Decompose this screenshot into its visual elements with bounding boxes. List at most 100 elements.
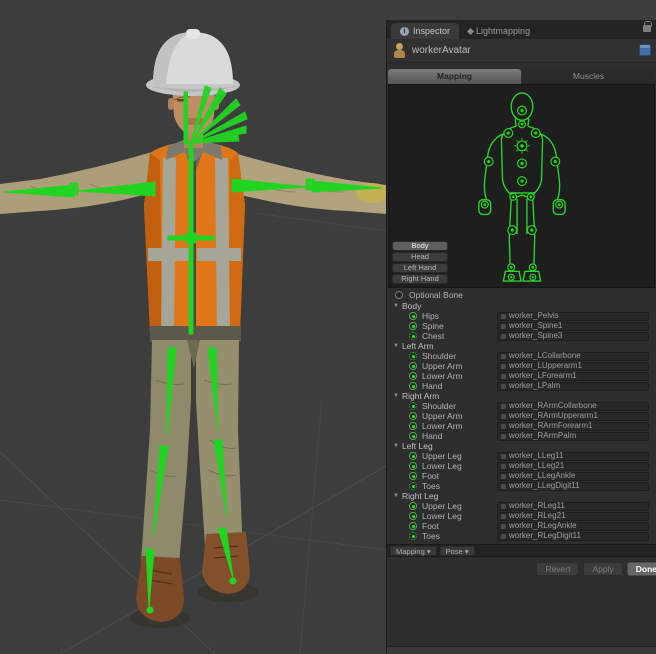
bone-row: Toes worker_RLegDigit11 [387,531,656,541]
object-icon [501,433,506,439]
bone-object-field[interactable]: worker_RLeg11 [497,501,649,511]
section-header-left-leg[interactable]: ▼ Left Leg [387,441,656,451]
bone-row: Shoulder worker_RArmCollarbone [387,401,656,411]
mapping-menu-button[interactable]: Mapping ▾ [390,545,437,556]
bone-object-field[interactable]: worker_RArmCollarbone [497,401,649,411]
bone-status-icon [409,472,417,480]
object-icon [501,403,506,409]
bone-object-field[interactable]: worker_LUpperarm1 [497,361,649,371]
bone-row: Upper Leg worker_LLeg11 [387,451,656,461]
bone-object-field[interactable]: worker_LCollarbone [497,351,649,361]
object-icon [501,483,506,489]
bone-status-icon [409,432,417,440]
bone-object-field[interactable]: worker_LLeg11 [497,451,649,461]
object-icon [501,413,506,419]
bone-object-field[interactable]: worker_RLeg21 [497,511,649,521]
bone-object-field[interactable]: worker_Spine3 [497,331,649,341]
apply-button[interactable]: Apply [583,562,623,576]
pose-menu-button[interactable]: Pose ▾ [439,545,475,556]
section-header-body[interactable]: ▼ Body [387,301,656,311]
action-buttons: Revert Apply Done [387,562,656,576]
bone-status-icon [409,382,417,390]
inspector-header: workerAvatar [387,39,656,63]
bone-status-icon [409,502,417,510]
bone-status-icon [409,362,417,370]
object-icon [501,363,506,369]
part-button-left-hand[interactable]: Left Hand [392,263,448,273]
object-icon [501,383,506,389]
lightmapping-icon [466,27,475,35]
footer-menu-bar: Mapping ▾ Pose ▾ [387,544,656,557]
part-button-body[interactable]: Body [392,241,448,251]
bone-object-field[interactable]: worker_RArmForearm1 [497,421,649,431]
bone-row: Hand worker_LPalm [387,381,656,391]
bone-object-field[interactable]: worker_LLeg21 [497,461,649,471]
bone-row: Toes worker_LLegDigit11 [387,481,656,491]
bone-object-field[interactable]: worker_RArmPalm [497,431,649,441]
revert-button[interactable]: Revert [536,562,580,576]
bone-status-icon [409,312,417,320]
bone-row: Hand worker_RArmPalm [387,431,656,441]
section-header-right-arm[interactable]: ▼ Right Arm [387,391,656,401]
bone-row: Shoulder worker_LCollarbone [387,351,656,361]
object-icon [501,323,506,329]
inspector-panel: i Inspector Lightmapping workerAvatar Ma… [386,20,656,654]
bone-object-field[interactable]: worker_LLegAnkle [497,471,649,481]
bone-object-field[interactable]: worker_Pelvis [497,311,649,321]
scene-view[interactable] [0,0,386,654]
object-icon [501,373,506,379]
body-part-buttons: Body Head Left Hand Right Hand [392,241,448,284]
bone-status-icon [409,352,417,360]
bone-row: Hips worker_Pelvis [387,311,656,321]
foldout-triangle-icon: ▼ [393,493,399,499]
object-icon [501,313,506,319]
window-bottom-strip [387,646,656,654]
avatar-mode-tabs: Mapping Muscles [388,69,655,84]
bone-sections: ▼ Body Hips worker_Pelvis Spine worker_Spine1… [387,301,656,541]
tab-mapping[interactable]: Mapping [388,69,521,84]
bone-row: Foot worker_LLegAnkle [387,471,656,481]
object-icon [501,513,506,519]
object-icon [501,353,506,359]
asset-title: workerAvatar [412,45,471,56]
bone-status-icon [409,462,417,470]
object-icon [501,333,506,339]
optional-bone-legend: Optional Bone [387,288,656,301]
avatar-icon [393,43,406,58]
bone-object-field[interactable]: worker_LPalm [497,381,649,391]
bone-object-field[interactable]: worker_RLegAnkle [497,521,649,531]
object-icon [501,523,506,529]
bone-row: Lower Leg worker_RLeg21 [387,511,656,521]
object-icon [501,423,506,429]
bone-row: Upper Leg worker_RLeg11 [387,501,656,511]
tab-inspector[interactable]: i Inspector [391,23,460,39]
bone-row: Chest worker_Spine3 [387,331,656,341]
foldout-triangle-icon: ▼ [393,303,399,309]
bone-object-field[interactable]: worker_RArmUpperarm1 [497,411,649,421]
help-book-icon[interactable] [639,44,651,56]
bone-status-icon [409,452,417,460]
bone-object-field[interactable]: worker_LForearm1 [497,371,649,381]
bone-status-icon [409,322,417,330]
bone-object-field[interactable]: worker_RLegDigit11 [497,531,649,541]
part-button-right-hand[interactable]: Right Hand [392,274,448,284]
bone-object-field[interactable]: worker_LLegDigit11 [497,481,649,491]
editor-tab-bar: i Inspector Lightmapping [387,20,656,39]
section-header-left-arm[interactable]: ▼ Left Arm [387,341,656,351]
bone-status-icon [409,332,417,340]
part-button-head[interactable]: Head [392,252,448,262]
lock-icon[interactable] [643,21,652,32]
object-icon [501,473,506,479]
humanoid-figure [477,92,566,282]
foldout-triangle-icon: ▼ [393,443,399,449]
tab-muscles[interactable]: Muscles [522,69,655,84]
tab-lightmapping[interactable]: Lightmapping [459,23,539,39]
done-button[interactable]: Done [626,562,656,576]
bone-status-icon [409,482,417,490]
bone-object-field[interactable]: worker_Spine1 [497,321,649,331]
section-header-right-leg[interactable]: ▼ Right Leg [387,491,656,501]
object-icon [501,503,506,509]
bone-row: Upper Arm worker_RArmUpperarm1 [387,411,656,421]
bone-status-icon [409,372,417,380]
avatar-body-diagram[interactable]: Body Head Left Hand Right Hand [388,84,655,288]
